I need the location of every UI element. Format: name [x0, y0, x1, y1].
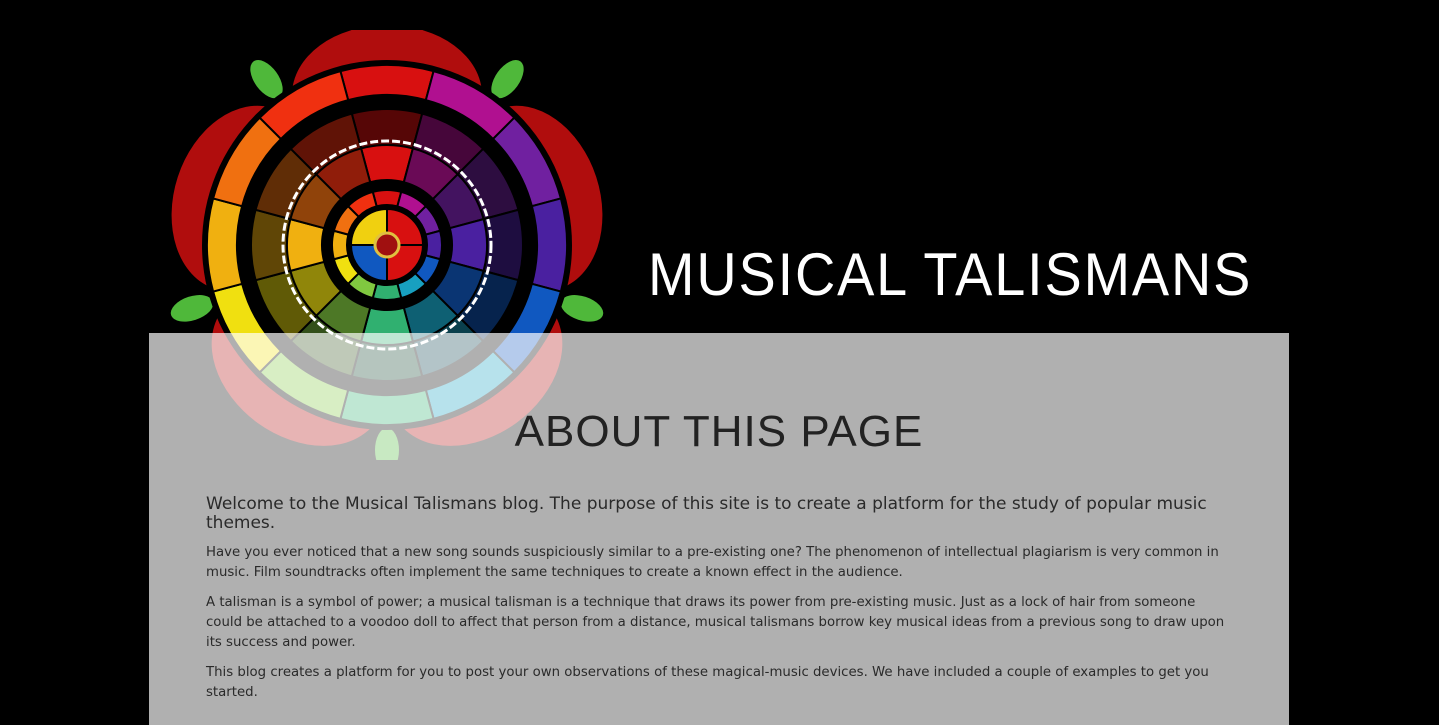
- wheel-segment: [371, 282, 403, 301]
- wheel-segment: [339, 64, 435, 102]
- about-paragraph: This blog creates a platform for you to …: [206, 665, 1209, 700]
- about-content: Welcome to the Musical Talismans blog. T…: [206, 495, 1233, 713]
- about-panel: ABOUT THIS PAGE Welcome to the Musical T…: [149, 333, 1289, 725]
- about-paragraph: Have you ever noticed that a new song so…: [206, 545, 1219, 580]
- wheel-segment: [424, 229, 443, 261]
- site-title[interactable]: MUSICAL TALISMANS: [648, 240, 1252, 309]
- about-heading: ABOUT THIS PAGE: [514, 407, 924, 456]
- about-intro: Welcome to the Musical Talismans blog. T…: [206, 494, 1207, 533]
- wheel-segment: [206, 197, 244, 293]
- wheel-segment: [530, 197, 568, 293]
- wheel-segment: [331, 229, 350, 261]
- about-paragraph: A talisman is a symbol of power; a music…: [206, 595, 1225, 650]
- wheel-segment: [371, 189, 403, 208]
